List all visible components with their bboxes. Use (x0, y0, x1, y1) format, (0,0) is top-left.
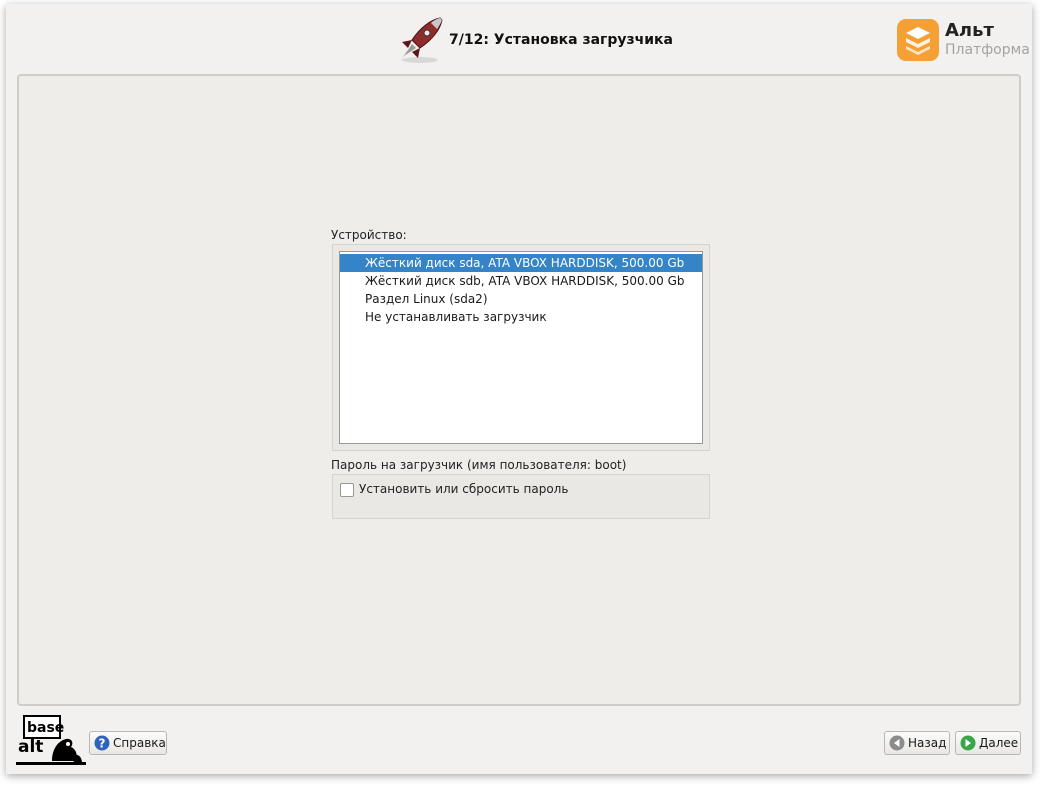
footer: base alt ? Справка Назад Далее (6, 707, 1032, 774)
device-list-item[interactable]: Не устанавливать загрузчик (340, 308, 702, 326)
basealt-logo-icon: base alt (16, 715, 86, 765)
device-list[interactable]: Жёсткий диск sda, ATA VBOX HARDDISK, 500… (339, 251, 703, 444)
set-password-checkbox-label[interactable]: Установить или сбросить пароль (359, 482, 568, 496)
brand-subtitle: Платформа (945, 42, 1030, 58)
rocket-icon (400, 17, 443, 63)
next-button[interactable]: Далее (955, 731, 1021, 755)
alt-platform-logo-icon (897, 19, 939, 61)
arrow-left-icon (889, 735, 905, 751)
help-button-label: Справка (113, 736, 166, 750)
svg-text:?: ? (99, 737, 106, 751)
help-button[interactable]: ? Справка (89, 731, 167, 755)
header: 7/12: Установка загрузчика Альт Платформ… (6, 4, 1032, 72)
content-panel: Устройство: Жёсткий диск sda, ATA VBOX H… (17, 74, 1021, 706)
device-label: Устройство: (331, 228, 407, 242)
brand-name: Альт (945, 20, 994, 41)
page-title: 7/12: Установка загрузчика (449, 32, 673, 48)
next-button-label: Далее (979, 736, 1019, 750)
svg-text:base: base (27, 720, 64, 736)
bootloader-password-label: Пароль на загрузчик (имя пользователя: b… (331, 458, 627, 472)
svg-text:alt: alt (18, 737, 43, 757)
device-list-item[interactable]: Жёсткий диск sdb, ATA VBOX HARDDISK, 500… (340, 272, 702, 290)
device-list-item[interactable]: Раздел Linux (sda2) (340, 290, 702, 308)
password-frame: Установить или сбросить пароль (332, 474, 710, 519)
device-list-item[interactable]: Жёсткий диск sda, ATA VBOX HARDDISK, 500… (340, 254, 702, 272)
installer-window: 7/12: Установка загрузчика Альт Платформ… (6, 4, 1032, 774)
help-question-icon: ? (94, 735, 110, 751)
set-password-checkbox[interactable] (340, 483, 354, 497)
device-frame: Жёсткий диск sda, ATA VBOX HARDDISK, 500… (332, 244, 710, 451)
back-button-label: Назад (908, 736, 947, 750)
arrow-right-icon (960, 735, 976, 751)
back-button[interactable]: Назад (884, 731, 950, 755)
